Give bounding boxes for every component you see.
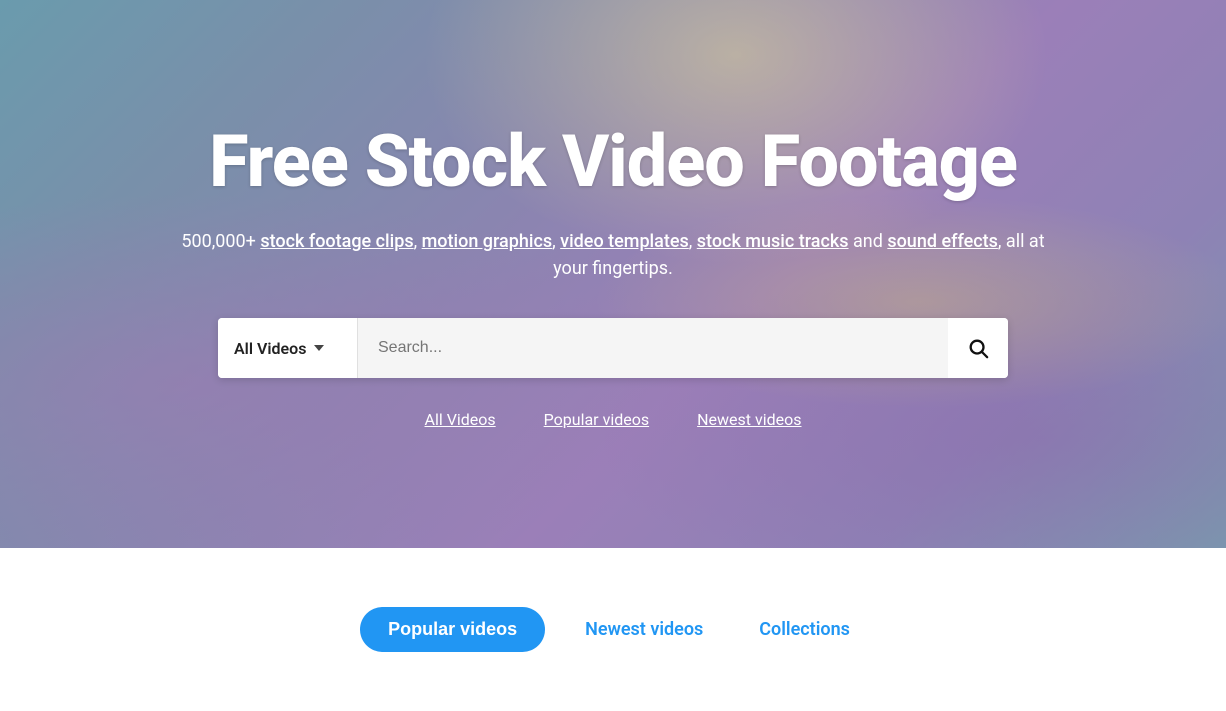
motion-graphics-link[interactable]: motion graphics: [422, 231, 553, 252]
newest-videos-link[interactable]: Newest videos: [697, 410, 801, 429]
stock-footage-link[interactable]: stock footage clips: [260, 231, 413, 252]
search-category-dropdown[interactable]: All Videos: [218, 318, 358, 378]
search-icon: [967, 337, 989, 359]
tab-newest-videos[interactable]: Newest videos: [569, 607, 719, 652]
popular-videos-link[interactable]: Popular videos: [544, 410, 649, 429]
bottom-section: Popular videos Newest videos Collections: [0, 548, 1226, 711]
hero-subtitle: 500,000+ stock footage clips, motion gra…: [163, 228, 1063, 282]
tab-popular-videos[interactable]: Popular videos: [360, 607, 545, 652]
sound-effects-link[interactable]: sound effects: [887, 231, 998, 252]
subtitle-and: and: [853, 231, 887, 252]
search-category-label: All Videos: [234, 339, 306, 358]
search-bar: All Videos: [218, 318, 1008, 378]
chevron-down-icon: [314, 345, 324, 351]
all-videos-link[interactable]: All Videos: [425, 410, 496, 429]
hero-section: Free Stock Video Footage 500,000+ stock …: [0, 0, 1226, 548]
bottom-tabs: Popular videos Newest videos Collections: [360, 607, 866, 652]
tab-collections[interactable]: Collections: [743, 607, 866, 652]
hero-quick-links: All Videos Popular videos Newest videos: [425, 410, 802, 429]
stock-music-link[interactable]: stock music tracks: [697, 231, 849, 252]
hero-content: Free Stock Video Footage 500,000+ stock …: [0, 119, 1226, 429]
search-input[interactable]: [358, 318, 948, 378]
video-templates-link[interactable]: video templates: [560, 231, 689, 252]
hero-title: Free Stock Video Footage: [209, 119, 1017, 204]
subtitle-prefix: 500,000+: [181, 231, 260, 252]
search-button[interactable]: [948, 318, 1008, 378]
